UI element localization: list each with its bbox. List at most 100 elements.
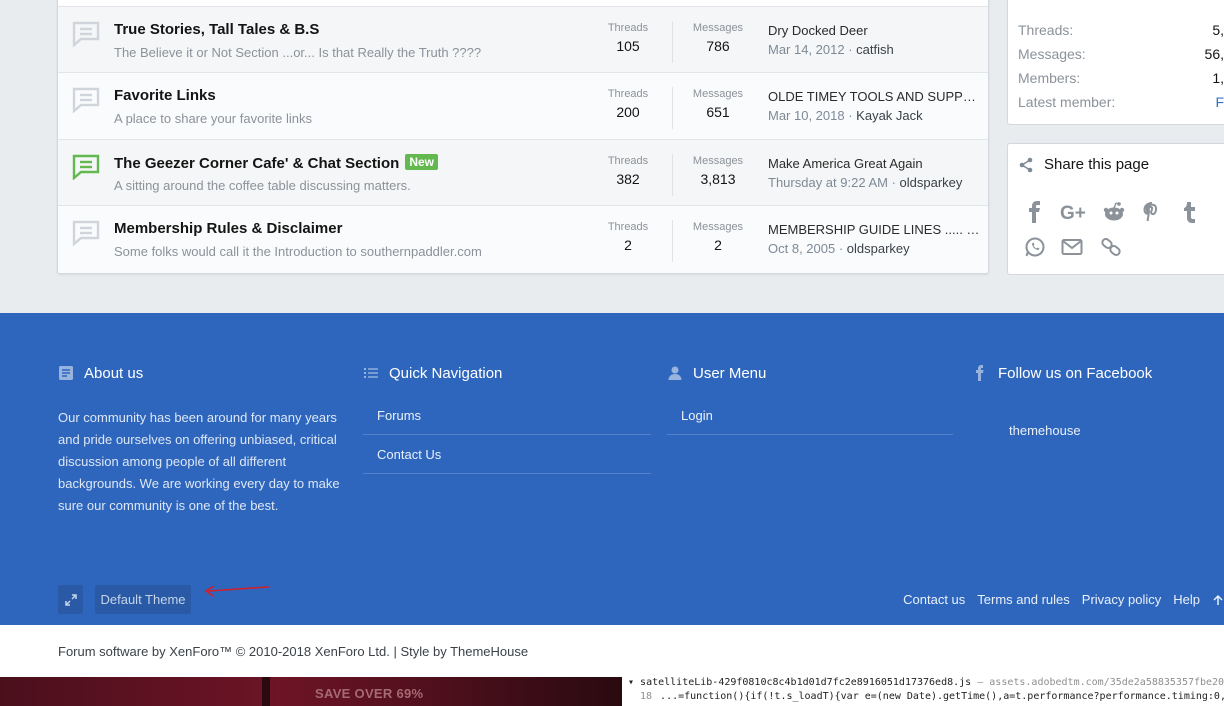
footer-links: Contact us Terms and rules Privacy polic… (903, 592, 1224, 607)
quick-navigation-heading: Quick Navigation (363, 363, 651, 383)
help-link[interactable]: Help (1173, 592, 1200, 607)
last-post-user[interactable]: oldsparkey (900, 175, 963, 190)
forum-title[interactable]: Membership Rules & Disclaimer (114, 220, 342, 237)
facebook-column: Follow us on Facebook themehouse (972, 363, 1224, 438)
forum-description: A place to share your favorite links (114, 111, 312, 126)
about-us-text: Our community has been around for many y… (58, 410, 340, 513)
chat-bubble-icon (72, 220, 100, 246)
share-page-block: Share this page G+ (1007, 143, 1224, 275)
ad-divider (262, 677, 270, 706)
last-post-title[interactable]: OLDE TIMEY TOOLS AND SUPPLIE… (768, 89, 980, 104)
last-post-user[interactable]: catfish (856, 42, 894, 57)
tumblr-icon[interactable] (1179, 201, 1201, 223)
last-post-user[interactable]: Kayak Jack (856, 108, 922, 123)
user-menu-heading: User Menu (667, 363, 955, 383)
footer-bottom-bar: Default Theme Contact us Terms and rules… (0, 585, 1224, 621)
last-post-title[interactable]: MEMBERSHIP GUIDE LINES ..... Pl… (768, 222, 980, 237)
forum-node[interactable]: The Geezer Corner Cafe' & Chat Section Ne… (58, 139, 988, 205)
bottom-strip: SAVE OVER 69% ▾ satelliteLib-429f0810c8c… (0, 677, 1224, 706)
threads-stat: Threads 382 (607, 155, 649, 187)
svg-text:G+: G+ (1060, 203, 1086, 223)
forum-title[interactable]: True Stories, Tall Tales & B.S (114, 21, 319, 38)
expand-icon (64, 593, 77, 606)
google-plus-icon[interactable]: G+ (1060, 201, 1090, 223)
last-post: Dry Docked Deer Mar 14, 2012 · catfish (768, 23, 980, 57)
privacy-policy-link[interactable]: Privacy policy (1082, 592, 1161, 607)
devtools-code-line: 18 ...=function(){if(!t.s_loadT){var e=(n… (640, 691, 1224, 702)
forum-node[interactable]: Membership Rules & Disclaimer Some folks… (58, 205, 988, 273)
expand-width-button[interactable] (58, 585, 83, 614)
facebook-icon[interactable] (1024, 201, 1046, 223)
about-us-column: About us Our community has been around f… (58, 363, 348, 514)
threads-stat: Threads 105 (607, 22, 649, 54)
footer-link-login[interactable]: Login (681, 408, 713, 423)
copyright-text[interactable]: Forum software by XenForo™ © 2010-2018 X… (58, 644, 528, 659)
forum-title[interactable]: Favorite Links (114, 87, 216, 104)
copyright-bar: Forum software by XenForo™ © 2010-2018 X… (0, 625, 1224, 677)
last-post-title[interactable]: Dry Docked Deer (768, 23, 980, 38)
devtools-source-line[interactable]: ▾ satelliteLib-429f0810c8c4b1d01d7fc2e89… (628, 677, 1224, 688)
about-us-heading: About us (58, 363, 348, 383)
reddit-icon[interactable] (1103, 201, 1125, 223)
last-post-date[interactable]: Mar 10, 2018 (768, 108, 845, 123)
document-icon (59, 366, 73, 380)
user-menu-column: User Menu Login (667, 363, 955, 435)
footer-link-forums[interactable]: Forums (377, 408, 421, 423)
latest-member-link[interactable]: F (1215, 94, 1224, 110)
stat-label-threads: Threads: (1018, 22, 1074, 38)
threads-stat: Threads 200 (607, 88, 649, 120)
list-icon (364, 368, 378, 378)
ad-banner[interactable] (0, 677, 622, 706)
footer-link-contact-us[interactable]: Contact Us (377, 447, 441, 462)
last-post-date[interactable]: Oct 8, 2005 (768, 241, 835, 256)
messages-stat: Messages 3,813 (692, 155, 744, 187)
chat-bubble-icon (72, 87, 100, 113)
facebook-icon (976, 365, 984, 381)
facebook-page-link[interactable]: themehouse (1009, 423, 1081, 438)
style-chooser-button[interactable]: Default Theme (95, 585, 191, 614)
last-post-title[interactable]: Make America Great Again (768, 156, 980, 171)
user-icon (668, 366, 682, 380)
forum-node[interactable]: True Stories, Tall Tales & B.S The Belie… (58, 6, 988, 72)
stat-label-messages: Messages: (1018, 46, 1086, 62)
forum-description: A sitting around the coffee table discus… (114, 178, 411, 193)
email-icon[interactable] (1061, 236, 1083, 258)
share-title: Share this page (1044, 156, 1150, 173)
red-arrow-annotation (204, 585, 270, 597)
pinterest-icon[interactable] (1141, 201, 1163, 223)
last-post-date[interactable]: Thursday at 9:22 AM (768, 175, 888, 190)
ad-promo-text[interactable]: SAVE OVER 69% (315, 686, 423, 701)
terms-and-rules-link[interactable]: Terms and rules (977, 592, 1069, 607)
messages-stat: Messages 651 (692, 88, 744, 120)
stat-value-threads: 5, (1212, 22, 1224, 38)
last-post-user[interactable]: oldsparkey (847, 241, 910, 256)
contact-us-link[interactable]: Contact us (903, 592, 965, 607)
quick-navigation-column: Quick Navigation Forums Contact Us (363, 363, 651, 474)
home-arrow-icon[interactable] (1212, 594, 1224, 606)
forum-statistics-block: Threads: 5, Messages: 56, Members: 1, La… (1007, 0, 1224, 125)
stat-divider (672, 154, 673, 196)
forum-title[interactable]: The Geezer Corner Cafe' & Chat Section Ne… (114, 154, 438, 172)
stat-label-members: Members: (1018, 70, 1081, 86)
last-post: MEMBERSHIP GUIDE LINES ..... Pl… Oct 8, … (768, 222, 980, 256)
link-icon[interactable] (1100, 236, 1122, 258)
forum-node[interactable]: Favorite Links A place to share your fav… (58, 72, 988, 139)
divider (363, 434, 651, 435)
whatsapp-icon[interactable] (1024, 236, 1046, 258)
threads-stat: Threads 2 (607, 221, 649, 253)
stat-divider (672, 87, 673, 129)
last-post-date[interactable]: Mar 14, 2012 (768, 42, 845, 57)
forum-description: The Believe it or Not Section ...or... I… (114, 45, 482, 60)
divider (667, 434, 953, 435)
last-post: Make America Great Again Thursday at 9:2… (768, 156, 980, 190)
forum-description: Some folks would call it the Introductio… (114, 244, 482, 259)
stat-label-latest-member: Latest member: (1018, 94, 1116, 110)
divider (363, 473, 651, 474)
stat-value-messages: 56, (1204, 46, 1224, 62)
chat-bubble-unread-icon (72, 154, 100, 180)
share-icon (1019, 157, 1033, 172)
last-post: OLDE TIMEY TOOLS AND SUPPLIE… Mar 10, 20… (768, 89, 980, 123)
devtools-panel: ▾ satelliteLib-429f0810c8c4b1d01d7fc2e89… (622, 677, 1224, 706)
messages-stat: Messages 2 (692, 221, 744, 253)
forum-node-list: True Stories, Tall Tales & B.S The Belie… (57, 0, 989, 274)
